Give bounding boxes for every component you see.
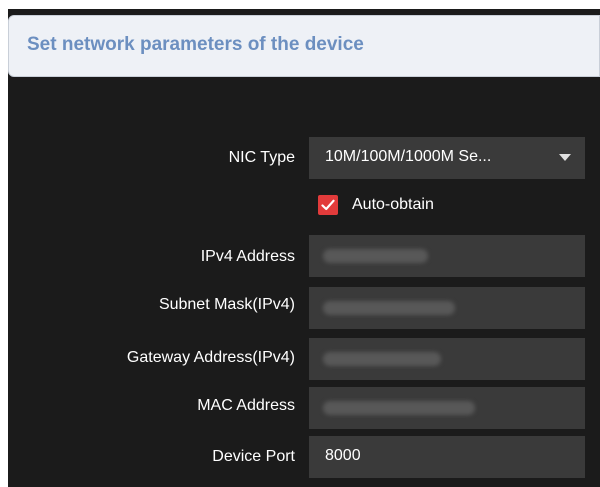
- gateway-address-label: Gateway Address(IPv4): [126, 349, 295, 366]
- chevron-down-icon[interactable]: [559, 154, 571, 161]
- subnet-mask-label: Subnet Mask(IPv4): [158, 296, 295, 313]
- redacted-value: [323, 401, 475, 415]
- nic-type-select[interactable]: 10M/100M/1000M Se...: [309, 137, 585, 179]
- ipv4-address-label: IPv4 Address: [200, 248, 295, 265]
- mac-address-label: MAC Address: [197, 397, 295, 414]
- auto-obtain-checkbox[interactable]: [318, 195, 338, 215]
- gateway-address-field[interactable]: [309, 338, 585, 380]
- redacted-value: [323, 249, 428, 263]
- ipv4-address-field[interactable]: [309, 235, 585, 277]
- device-port-label: Device Port: [212, 448, 295, 465]
- device-port-value: 8000: [325, 447, 361, 464]
- nic-type-label: NIC Type: [228, 149, 295, 166]
- device-port-field[interactable]: 8000: [309, 436, 585, 478]
- nic-type-value: 10M/100M/1000M Se...: [325, 148, 492, 165]
- network-settings-panel: Set network parameters of the device NIC…: [8, 9, 600, 487]
- redacted-value: [323, 301, 455, 315]
- panel-header: Set network parameters of the device: [8, 15, 600, 77]
- mac-address-field[interactable]: [309, 387, 585, 429]
- subnet-mask-field[interactable]: [309, 287, 585, 329]
- panel-title: Set network parameters of the device: [27, 34, 364, 55]
- redacted-value: [323, 352, 441, 366]
- checkmark-icon: [321, 199, 335, 211]
- auto-obtain-label: Auto-obtain: [352, 196, 434, 213]
